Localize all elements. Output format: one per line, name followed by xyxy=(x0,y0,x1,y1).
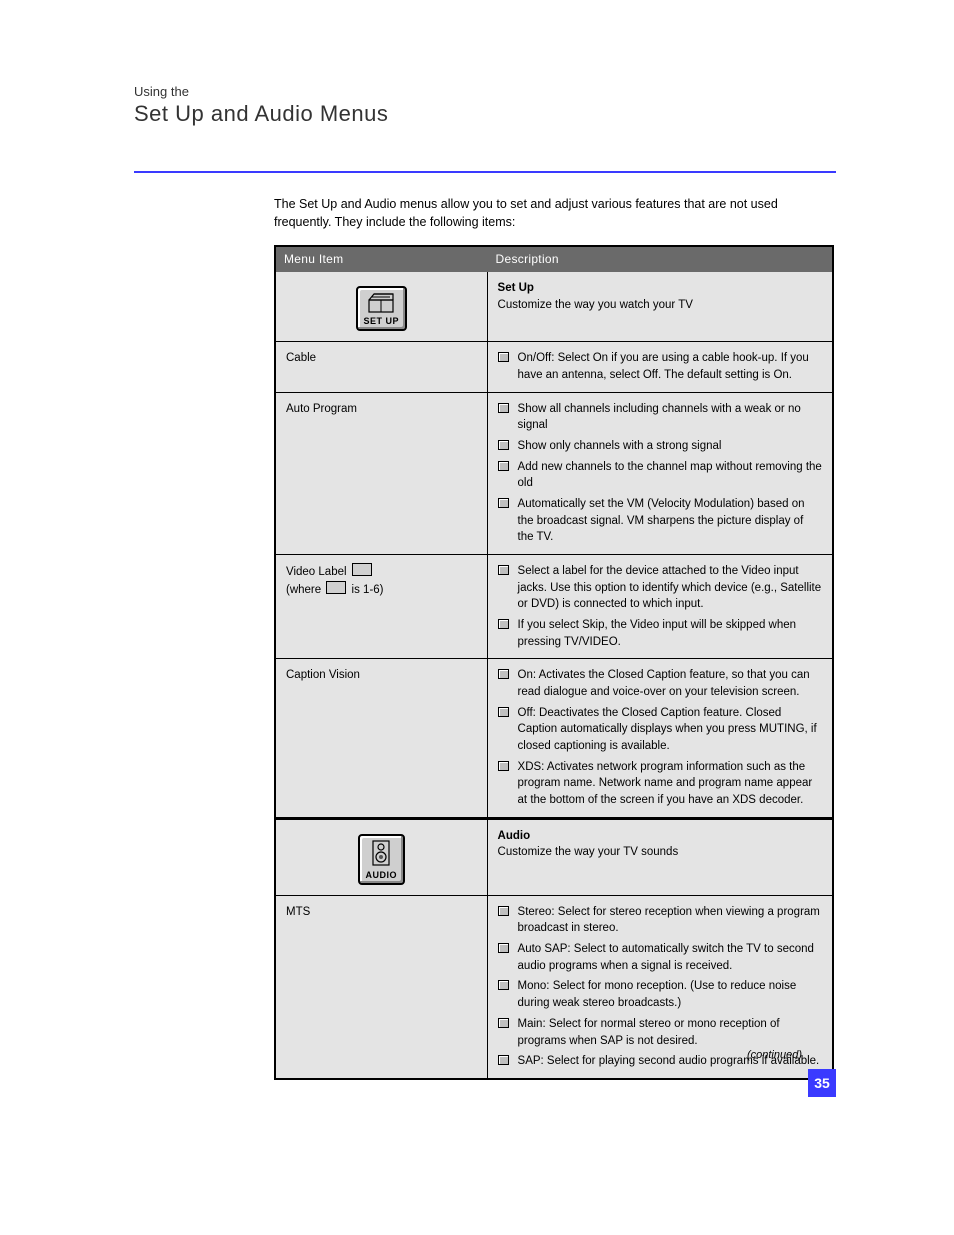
audio-section-heading: Audio Customize the way your TV sounds xyxy=(487,818,833,895)
option-item: Automatically set the VM (Velocity Modul… xyxy=(498,496,822,546)
square-bullet-icon xyxy=(498,403,509,413)
col-header-menu-item: Menu Item xyxy=(275,246,487,272)
option-name: Cable xyxy=(286,352,316,364)
square-bullet-icon xyxy=(498,619,509,629)
divider xyxy=(134,171,836,173)
option-item: On/Off: Select On if you are using a cab… xyxy=(498,350,822,383)
row-cable: Cable On/Off: Select On if you are using… xyxy=(275,342,833,392)
intro-paragraph: The Set Up and Audio menus allow you to … xyxy=(274,195,834,231)
square-bullet-icon xyxy=(498,943,509,953)
option-name-note: (where xyxy=(286,584,324,596)
option-item: Main: Select for normal stereo or mono r… xyxy=(498,1016,822,1049)
option-item: Mono: Select for mono reception. (Use to… xyxy=(498,978,822,1011)
continued-label: (continued) xyxy=(747,1049,802,1061)
audio-icon-label: AUDIO xyxy=(366,869,398,882)
square-bullet-icon xyxy=(498,440,509,450)
option-item: Show all channels including channels wit… xyxy=(498,401,822,434)
option-name: Video Label xyxy=(286,566,347,578)
col-header-description: Description xyxy=(487,246,833,272)
row-caption-vision: Caption Vision On: Activates the Closed … xyxy=(275,659,833,818)
option-list: Stereo: Select for stereo reception when… xyxy=(498,904,822,1070)
option-item: Show only channels with a strong signal xyxy=(498,438,822,455)
option-item: Select a label for the device attached t… xyxy=(498,563,822,613)
audio-icon-row: AUDIO Audio Customize the way your TV so… xyxy=(275,818,833,895)
square-bullet-icon xyxy=(498,565,509,575)
square-bullet-icon xyxy=(498,461,509,471)
option-item: XDS: Activates network program informati… xyxy=(498,759,822,809)
option-list: On/Off: Select On if you are using a cab… xyxy=(498,350,822,383)
placeholder-rect-icon xyxy=(326,581,346,594)
table-header-row: Menu Item Description xyxy=(275,246,833,272)
square-bullet-icon xyxy=(498,1055,509,1065)
square-bullet-icon xyxy=(498,352,509,362)
setup-section-heading: Set Up Customize the way you watch your … xyxy=(487,272,833,342)
option-list: On: Activates the Closed Caption feature… xyxy=(498,667,822,808)
option-item: Add new channels to the channel map with… xyxy=(498,459,822,492)
option-name: Auto Program xyxy=(286,403,357,415)
setup-icon-label: SET UP xyxy=(364,315,400,328)
row-auto-program: Auto Program Show all channels including… xyxy=(275,392,833,554)
option-name: Caption Vision xyxy=(286,669,360,681)
setup-icon: SET UP xyxy=(356,286,408,331)
placeholder-rect-icon xyxy=(352,563,372,576)
option-name-note2: is 1-6) xyxy=(348,584,383,596)
square-bullet-icon xyxy=(498,707,509,717)
option-item: Off: Deactivates the Closed Caption feat… xyxy=(498,705,822,755)
option-name: MTS xyxy=(286,906,310,918)
section-main-title: Set Up and Audio Menus xyxy=(134,101,836,127)
setup-icon-row: SET UP Set Up Customize the way you watc… xyxy=(275,272,833,342)
page-number-badge: 35 xyxy=(808,1069,836,1097)
option-item: If you select Skip, the Video input will… xyxy=(498,617,822,650)
settings-table: Menu Item Description SET UP xyxy=(274,245,834,1080)
audio-icon: AUDIO xyxy=(358,834,406,885)
square-bullet-icon xyxy=(498,498,509,508)
option-item: Stereo: Select for stereo reception when… xyxy=(498,904,822,937)
option-item: Auto SAP: Select to automatically switch… xyxy=(498,941,822,974)
square-bullet-icon xyxy=(498,906,509,916)
option-item: On: Activates the Closed Caption feature… xyxy=(498,667,822,700)
section-small-title: Using the xyxy=(134,84,836,99)
square-bullet-icon xyxy=(498,761,509,771)
square-bullet-icon xyxy=(498,1018,509,1028)
option-list: Select a label for the device attached t… xyxy=(498,563,822,650)
square-bullet-icon xyxy=(498,980,509,990)
option-list: Show all channels including channels wit… xyxy=(498,401,822,546)
square-bullet-icon xyxy=(498,669,509,679)
row-video-label: Video Label (where is 1-6) Select a labe… xyxy=(275,555,833,659)
